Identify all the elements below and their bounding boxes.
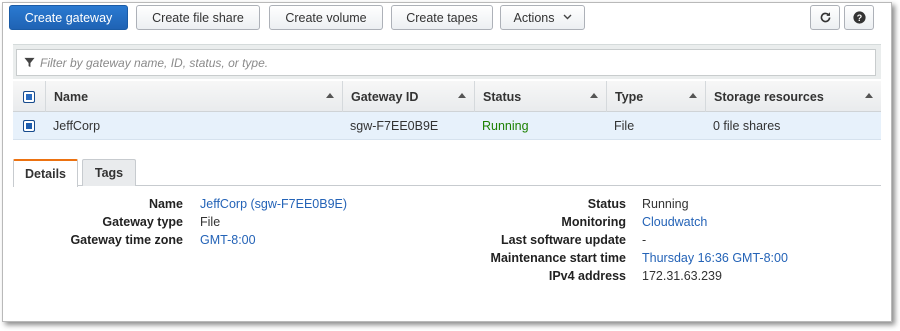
sort-asc-icon xyxy=(590,93,598,98)
detail-value-name[interactable]: JeffCorp (sgw-F7EE0B9E) xyxy=(200,197,347,211)
tab-tags[interactable]: Tags xyxy=(82,159,136,186)
cell-status: Running xyxy=(482,119,529,133)
svg-text:?: ? xyxy=(856,13,861,23)
column-label: Type xyxy=(615,89,644,104)
chevron-down-icon xyxy=(563,12,572,23)
column-header-storage-resources[interactable]: Storage resources xyxy=(705,81,881,112)
detail-value-gateway-type: File xyxy=(200,215,221,229)
sort-asc-icon xyxy=(689,93,697,98)
select-all-checkbox[interactable] xyxy=(23,91,35,103)
detail-label-last-software-update: Last software update xyxy=(500,233,626,247)
detail-value-monitoring[interactable]: Cloudwatch xyxy=(642,215,707,229)
filter-box xyxy=(16,49,876,76)
refresh-icon xyxy=(819,11,832,24)
detail-label-ipv4-address: IPv4 address xyxy=(548,269,626,283)
detail-label-maintenance-start-time: Maintenance start time xyxy=(490,251,626,265)
table-row[interactable]: JeffCorp sgw-F7EE0B9E Running File 0 fil… xyxy=(13,112,881,140)
sort-asc-icon xyxy=(326,93,334,98)
detail-value-status: Running xyxy=(642,197,689,211)
column-header-name[interactable]: Name xyxy=(45,81,342,112)
help-button[interactable]: ? xyxy=(844,5,874,30)
sort-asc-icon xyxy=(865,93,873,98)
column-label: Status xyxy=(483,89,522,104)
column-header-gateway-id[interactable]: Gateway ID xyxy=(342,81,474,112)
table-header: Name Gateway ID Status Type Storage reso… xyxy=(13,81,881,112)
filter-funnel-icon xyxy=(24,57,35,68)
detail-label-gateway-type: Gateway type xyxy=(102,215,183,229)
detail-value-ipv4-address: 172.31.63.239 xyxy=(642,269,722,283)
detail-value-gateway-time-zone[interactable]: GMT-8:00 xyxy=(200,233,256,247)
create-file-share-button[interactable]: Create file share xyxy=(136,5,260,30)
column-label: Gateway ID xyxy=(351,89,419,104)
filter-input[interactable] xyxy=(40,55,840,70)
column-label: Storage resources xyxy=(714,89,824,104)
detail-label-monitoring: Monitoring xyxy=(561,215,626,229)
cell-type: File xyxy=(614,119,635,133)
detail-label-name: Name xyxy=(148,197,183,211)
filter-bar xyxy=(13,44,881,79)
detail-tabs: Details Tags xyxy=(13,159,881,187)
refresh-button[interactable] xyxy=(810,5,840,30)
detail-value-maintenance-start-time[interactable]: Thursday 16:36 GMT-8:00 xyxy=(642,251,788,265)
detail-value-last-software-update: - xyxy=(642,233,647,247)
create-volume-button[interactable]: Create volume xyxy=(269,5,383,30)
cell-storage-resources: 0 file shares xyxy=(713,119,781,133)
column-header-type[interactable]: Type xyxy=(606,81,705,112)
cell-name: JeffCorp xyxy=(53,119,101,133)
actions-label: Actions xyxy=(513,10,555,25)
storage-gateway-panel: Create gateway Create file share Create … xyxy=(2,2,892,322)
detail-label-status: Status xyxy=(587,197,626,211)
sort-asc-icon xyxy=(458,93,466,98)
create-gateway-button[interactable]: Create gateway xyxy=(9,5,128,30)
tab-details[interactable]: Details xyxy=(13,159,78,187)
actions-dropdown[interactable]: Actions xyxy=(500,5,585,30)
column-header-status[interactable]: Status xyxy=(474,81,606,112)
column-label: Name xyxy=(54,89,89,104)
create-tapes-button[interactable]: Create tapes xyxy=(391,5,493,30)
row-checkbox[interactable] xyxy=(23,120,35,132)
cell-gateway-id: sgw-F7EE0B9E xyxy=(350,119,439,133)
detail-label-gateway-time-zone: Gateway time zone xyxy=(70,233,183,247)
help-icon: ? xyxy=(852,11,866,24)
gateways-table: Name Gateway ID Status Type Storage reso… xyxy=(13,81,881,140)
